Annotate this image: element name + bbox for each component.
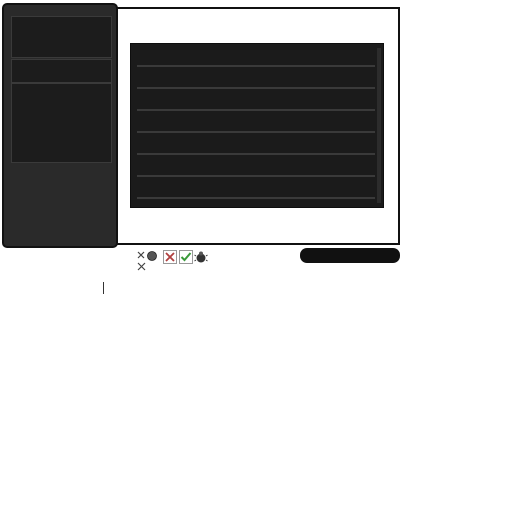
list-row[interactable]: [137, 153, 375, 155]
dot-icon[interactable]: [146, 250, 158, 262]
list-row[interactable]: [137, 175, 375, 177]
side-box-middle[interactable]: [11, 59, 112, 83]
check-icon[interactable]: [179, 250, 193, 264]
list-row[interactable]: [137, 109, 375, 111]
close-small-icon-2[interactable]: [137, 262, 147, 272]
side-box-bottom[interactable]: [11, 83, 112, 163]
status-bar: [300, 248, 400, 263]
bug-icon[interactable]: [194, 250, 208, 264]
delete-icon[interactable]: [163, 250, 177, 264]
list-row[interactable]: [137, 87, 375, 89]
side-box-top[interactable]: [11, 16, 112, 58]
list-row[interactable]: [137, 197, 375, 199]
text-cursor: [103, 282, 104, 294]
list-row[interactable]: [137, 131, 375, 133]
app-root: [0, 0, 512, 512]
list-row[interactable]: [137, 65, 375, 67]
side-panel: [2, 3, 118, 248]
list-panel[interactable]: [130, 43, 384, 208]
list-scrollbar[interactable]: [377, 48, 381, 203]
